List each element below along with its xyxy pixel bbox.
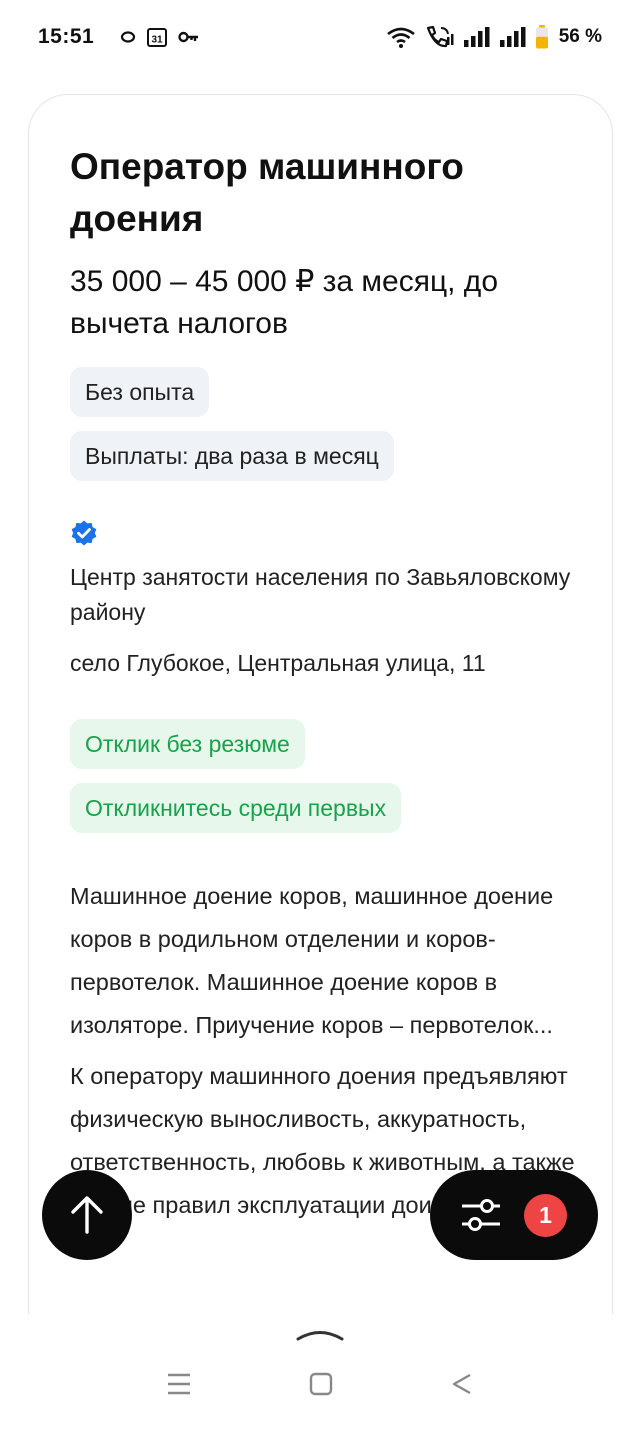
system-nav <box>0 1372 640 1396</box>
response-tags: Отклик без резюме Откликнитесь среди пер… <box>70 719 580 833</box>
ring-icon <box>121 31 136 43</box>
calendar-icon: 31 <box>147 28 168 47</box>
filter-count-badge: 1 <box>524 1193 567 1237</box>
sliders-icon <box>462 1199 500 1231</box>
filters-button[interactable]: 1 <box>430 1170 598 1260</box>
vacancy-title: Оператор машинного доения <box>70 146 464 239</box>
scroll-up-button[interactable] <box>42 1170 132 1260</box>
vacancy-tags: Без опыта Выплаты: два раза в месяц <box>70 367 580 481</box>
battery-icon <box>535 25 548 49</box>
calendar-day: 31 <box>152 35 164 46</box>
tag-be-first: Откликнитесь среди первых <box>70 783 402 833</box>
wifi-icon <box>386 27 415 48</box>
battery-percent: 56 % <box>558 26 602 47</box>
company-address: село Глубокое, Центральная улица, 11 <box>70 650 486 676</box>
signal-icon <box>463 27 490 47</box>
tag-payments: Выплаты: два раза в месяц <box>70 431 394 481</box>
status-bar: 15:51 31 56 % <box>0 0 640 74</box>
status-right-icons: 56 % <box>385 25 602 49</box>
menu-icon[interactable] <box>166 1372 192 1396</box>
signal-icon <box>499 27 526 47</box>
wifi-calling-icon <box>426 25 454 48</box>
battery-fill <box>535 36 548 49</box>
vacancy-description: Машинное доение коров, машинное доение к… <box>70 883 554 1038</box>
tag-experience: Без опыта <box>70 367 210 417</box>
verified-badge-icon <box>71 520 97 546</box>
tag-no-resume: Отклик без резюме <box>70 719 305 769</box>
salary-text: 35 000 – 45 000 ₽ за месяц, до вычета на… <box>70 265 498 340</box>
status-left-icons: 31 <box>120 26 200 48</box>
home-square-icon[interactable] <box>309 1372 333 1396</box>
key-icon <box>178 31 199 43</box>
status-time: 15:51 <box>38 25 95 48</box>
vacancy-card-content: Оператор машинного доения 35 000 – 45 00… <box>70 141 580 1227</box>
company-name[interactable]: Центр занятости населения по Завьяловско… <box>70 560 580 630</box>
arrow-up-icon <box>71 1196 103 1234</box>
back-triangle-icon[interactable] <box>450 1372 474 1396</box>
bottom-bar <box>0 1314 640 1430</box>
chevron-up-icon[interactable] <box>296 1328 344 1342</box>
